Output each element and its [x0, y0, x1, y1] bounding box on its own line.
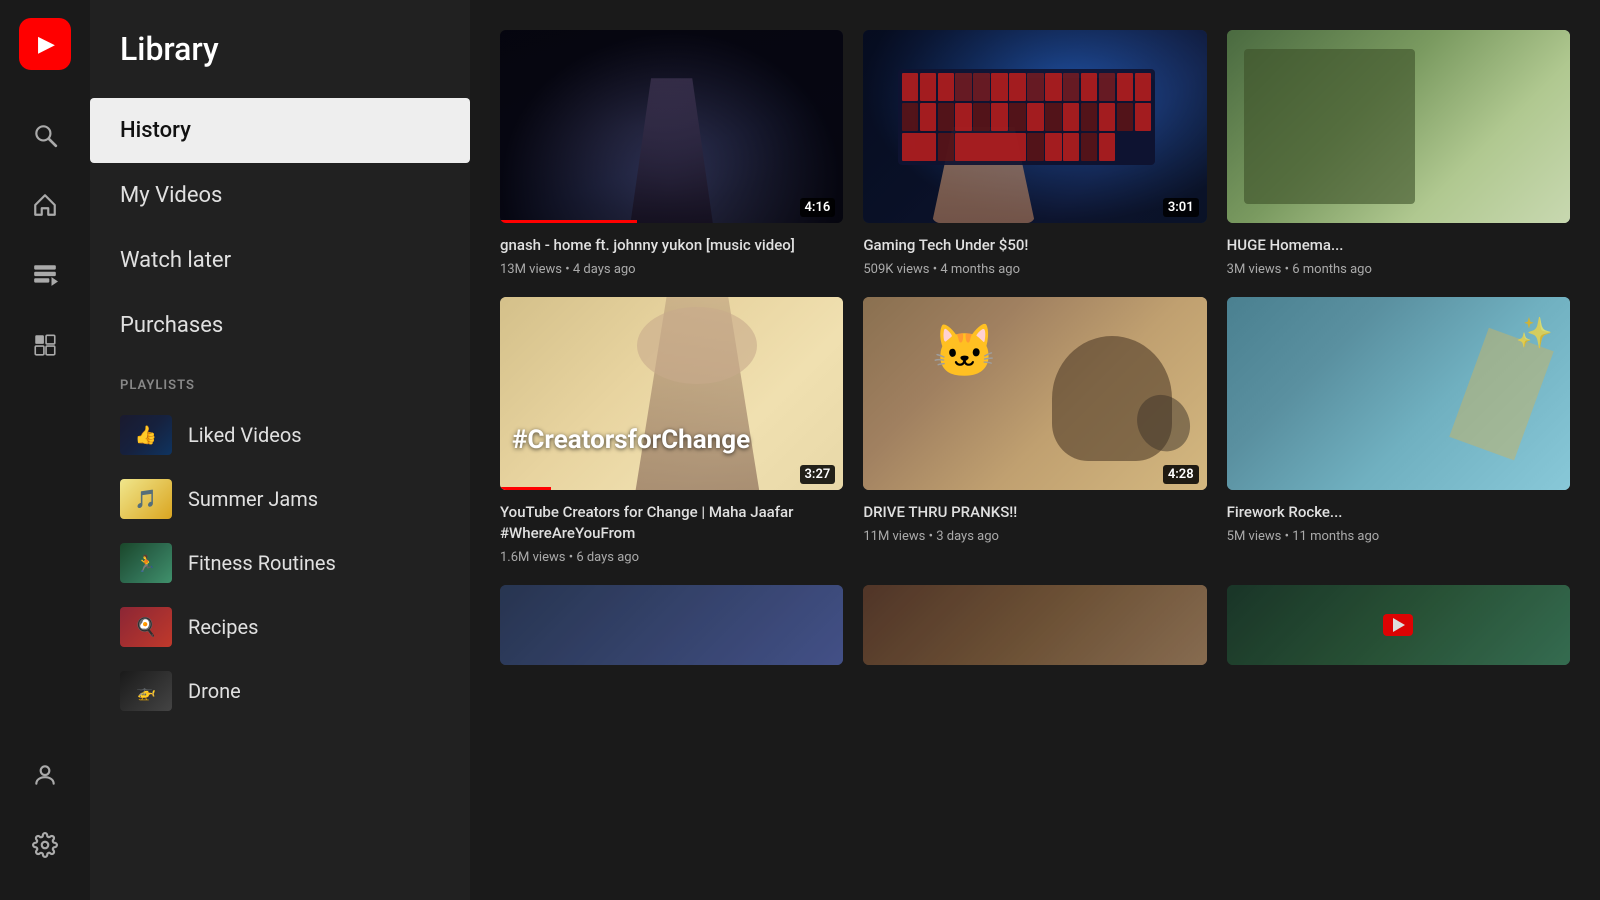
- duration-drive: 4:28: [1163, 465, 1199, 484]
- nav-history[interactable]: History: [90, 98, 470, 163]
- sidebar-icons: [0, 0, 90, 900]
- nav-watch-later[interactable]: Watch later: [90, 228, 470, 293]
- playlist-thumb-summer: 🎵: [120, 479, 172, 519]
- youtube-logo[interactable]: [19, 18, 71, 70]
- video-title-drive: DRIVE THRU PRANKS!!: [863, 502, 1206, 523]
- video-thumb-drive: 🐱 4:28: [863, 297, 1206, 490]
- playlist-thumb-drone: 🚁: [120, 671, 172, 711]
- playlist-summer-jams[interactable]: 🎵 Summer Jams: [90, 467, 470, 531]
- library-nav-icon[interactable]: [0, 310, 90, 380]
- video-info-gaming: Gaming Tech Under $50! 509K views • 4 mo…: [863, 235, 1206, 277]
- playlists-label: PLAYLISTS: [90, 358, 470, 403]
- progress-creators: [500, 487, 551, 490]
- video-meta-huge: 3M views • 6 months ago: [1227, 262, 1570, 277]
- nav-my-videos[interactable]: My Videos: [90, 163, 470, 228]
- video-meta-gnash: 13M views • 4 days ago: [500, 262, 843, 277]
- video-title-huge: HUGE Homema...: [1227, 235, 1570, 256]
- video-title-gaming: Gaming Tech Under $50!: [863, 235, 1206, 256]
- video-card-row3-2[interactable]: [863, 585, 1206, 677]
- video-info-gnash: gnash - home ft. johnny yukon [music vid…: [500, 235, 843, 277]
- video-info-huge: HUGE Homema... 3M views • 6 months ago: [1227, 235, 1570, 277]
- video-card-row3-1[interactable]: [500, 585, 843, 677]
- video-card-firework[interactable]: ✨ Firework Rocke... 5M views • 11 months…: [1227, 297, 1570, 565]
- duration-gaming: 3:01: [1163, 198, 1199, 217]
- nav-purchases[interactable]: Purchases: [90, 293, 470, 358]
- video-meta-gaming: 509K views • 4 months ago: [863, 262, 1206, 277]
- settings-nav-icon[interactable]: [0, 810, 90, 880]
- video-card-gnash[interactable]: 4:16 gnash - home ft. johnny yukon [musi…: [500, 30, 843, 277]
- playlist-thumb-fitness: 🏃: [120, 543, 172, 583]
- video-thumb-huge: [1227, 30, 1570, 223]
- video-card-row3-3[interactable]: [1227, 585, 1570, 677]
- video-card-huge[interactable]: HUGE Homema... 3M views • 6 months ago: [1227, 30, 1570, 277]
- duration-gnash: 4:16: [800, 198, 836, 217]
- playlist-thumb-recipes: 🍳: [120, 607, 172, 647]
- video-thumb-row3-2: [863, 585, 1206, 665]
- duration-creators: 3:27: [800, 465, 836, 484]
- video-thumb-creators: #CreatorsforChange 3:27: [500, 297, 843, 490]
- video-thumb-gaming: 3:01: [863, 30, 1206, 223]
- video-title-firework: Firework Rocke...: [1227, 502, 1570, 523]
- video-title-gnash: gnash - home ft. johnny yukon [music vid…: [500, 235, 843, 256]
- library-panel: Library History My Videos Watch later Pu…: [90, 0, 470, 900]
- video-title-creators: YouTube Creators for Change | Maha Jaafa…: [500, 502, 843, 544]
- playlist-fitness-routines[interactable]: 🏃 Fitness Routines: [90, 531, 470, 595]
- video-grid: 4:16 gnash - home ft. johnny yukon [musi…: [500, 30, 1570, 677]
- playlist-thumb-liked: 👍: [120, 415, 172, 455]
- playlist-name-fitness: Fitness Routines: [188, 551, 336, 575]
- home-nav-icon[interactable]: [0, 170, 90, 240]
- playlist-name-liked: Liked Videos: [188, 423, 302, 447]
- video-card-creators[interactable]: #CreatorsforChange 3:27 YouTube Creators…: [500, 297, 843, 565]
- playlist-name-recipes: Recipes: [188, 615, 258, 639]
- library-title: Library: [90, 30, 470, 98]
- search-nav-icon[interactable]: [0, 100, 90, 170]
- video-card-gaming[interactable]: 3:01 Gaming Tech Under $50! 509K views •…: [863, 30, 1206, 277]
- playlist-drone[interactable]: 🚁 Drone: [90, 659, 470, 723]
- video-thumb-row3-1: [500, 585, 843, 665]
- video-info-firework: Firework Rocke... 5M views • 11 months a…: [1227, 502, 1570, 544]
- video-meta-creators: 1.6M views • 6 days ago: [500, 550, 843, 565]
- playlist-recipes[interactable]: 🍳 Recipes: [90, 595, 470, 659]
- video-info-creators: YouTube Creators for Change | Maha Jaafa…: [500, 502, 843, 565]
- subscriptions-nav-icon[interactable]: [0, 240, 90, 310]
- video-info-drive: DRIVE THRU PRANKS!! 11M views • 3 days a…: [863, 502, 1206, 544]
- video-thumb-row3-3: [1227, 585, 1570, 665]
- video-card-drive[interactable]: 🐱 4:28 DRIVE THRU PRANKS!! 11M views • 3…: [863, 297, 1206, 565]
- video-meta-drive: 11M views • 3 days ago: [863, 529, 1206, 544]
- playlist-name-summer: Summer Jams: [188, 487, 318, 511]
- playlist-name-drone: Drone: [188, 679, 241, 703]
- video-thumb-firework: ✨: [1227, 297, 1570, 490]
- playlist-liked-videos[interactable]: 👍 Liked Videos: [90, 403, 470, 467]
- video-meta-firework: 5M views • 11 months ago: [1227, 529, 1570, 544]
- progress-gnash: [500, 220, 637, 223]
- account-nav-icon[interactable]: [0, 740, 90, 810]
- hashtag-overlay: #CreatorsforChange: [512, 425, 750, 455]
- video-thumb-gnash: 4:16: [500, 30, 843, 223]
- main-content: 4:16 gnash - home ft. johnny yukon [musi…: [470, 0, 1600, 900]
